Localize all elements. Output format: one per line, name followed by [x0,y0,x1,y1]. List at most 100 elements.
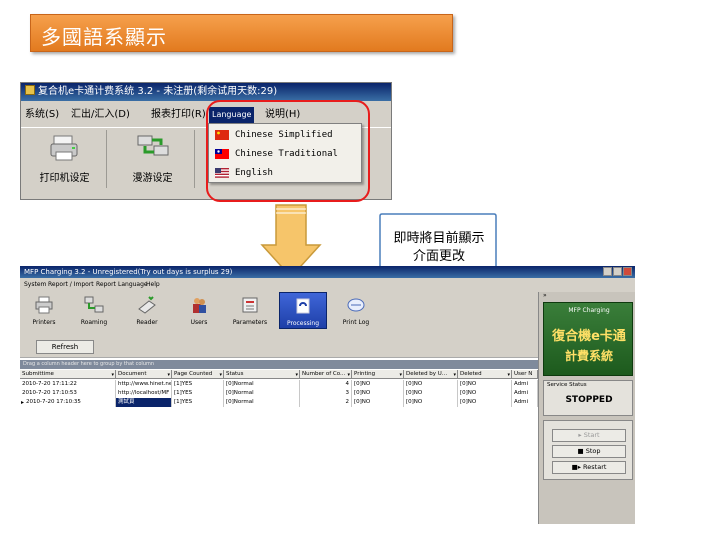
column-header[interactable]: Document ▾ [116,370,172,379]
column-header[interactable]: Page Counted ▾ [172,370,224,379]
column-header[interactable]: Deleted ▾ [458,370,512,379]
menu-report-print[interactable]: 报表打印(R) [151,105,206,125]
cell-document: 測試頁 [116,398,172,407]
roaming-settings-button[interactable]: 漫游设定 [111,130,195,188]
cell-user: Admi [512,389,538,398]
callout-text: 即時將目前顯示介面更改 [393,231,485,264]
start-label: Start [583,431,600,439]
cell-deleted-by-user: [0]NO [404,398,458,407]
cell-submittime: 2010-7-20 17:10:35 [20,398,116,407]
english-app-window: MFP Charging 3.2 - Unregistered(Try out … [20,266,635,524]
column-header[interactable]: Submittime ▾ [20,370,116,379]
roaming-icon [84,296,104,313]
processing-button[interactable]: Processing [279,292,327,329]
service-status-value: STOPPED [565,395,613,405]
printers-button[interactable]: Printers [20,292,68,329]
group-by-hint: Drag a column header here to group by th… [20,360,538,369]
chevron-down-icon: ▾ [507,372,510,378]
chevron-down-icon: ▾ [111,372,114,378]
users-label: Users [190,319,208,326]
refresh-button[interactable]: Refresh [36,340,94,354]
bottom-menubar: System Report / Import Report Language H… [20,280,635,290]
maximize-button[interactable] [613,267,622,276]
logo-main-text: 復合機e卡通 [552,329,626,344]
product-logo: MFP Charging 復合機e卡通 計費系統 [543,302,633,376]
chevron-down-icon: ▾ [399,372,402,378]
printer-settings-button[interactable]: 打印机设定 [23,130,107,188]
cell-page-counted: [1]YES [172,398,224,407]
service-controls: ▸ Start ■ Stop ■▸ Restart [543,420,633,480]
print-log-button[interactable]: Print Log [332,292,380,329]
chevron-down-icon: ▾ [219,372,222,378]
menu-import-export[interactable]: 汇出/汇入(D) [71,105,130,125]
processing-label: Processing [286,320,320,327]
printer-icon [50,135,77,161]
stop-button[interactable]: ■ Stop [552,445,626,458]
menu-report[interactable]: Report [96,280,116,290]
column-header[interactable]: Printing ▾ [352,370,404,379]
users-button[interactable]: Users [175,292,223,329]
restart-button[interactable]: ■▸ Restart [552,461,626,474]
cell-submittime: 2010-7-20 17:11:22 [20,380,116,389]
close-button[interactable] [623,267,632,276]
chevron-down-icon: ▾ [347,372,350,378]
cell-status: [0]Normal [224,398,300,407]
table-row[interactable]: 2010-7-20 17:10:35 測試頁 [1]YES [0]Normal … [20,398,538,407]
reader-icon [138,296,156,314]
table-row[interactable]: 2010-7-20 17:10:53 http://localhost/MF [… [20,389,538,398]
side-panel: » MFP Charging 復合機e卡通 計費系統 Service Statu… [538,292,635,524]
menu-system[interactable]: 系统(S) [25,105,59,125]
cell-deleted: [0]NO [458,389,512,398]
minimize-button[interactable] [603,267,612,276]
column-header[interactable]: User N [512,370,538,379]
chevron-down-icon: ▾ [453,372,456,378]
menu-report-import[interactable]: Report / Import [48,280,94,290]
cell-page-counted: [1]YES [172,389,224,398]
menu-language[interactable]: Language [118,280,148,290]
reader-button[interactable]: Reader [123,292,171,329]
highlight-circle [206,100,370,202]
cell-printing: [0]NO [352,389,404,398]
cell-status: [0]Normal [224,380,300,389]
cell-copies: 4 [300,380,352,389]
printer-settings-label: 打印机设定 [39,173,90,184]
processing-icon [296,298,310,314]
slide-title-text: 多國語系顯示 [41,25,167,49]
menu-system[interactable]: System [24,280,46,290]
menu-help[interactable]: Help [146,280,160,290]
roaming-button[interactable]: Roaming [70,292,118,329]
service-status-box: Service Status STOPPED [543,380,633,416]
parameters-button[interactable]: Parameters [226,292,274,329]
cell-submittime: 2010-7-20 17:10:53 [20,389,116,398]
printer-icon [35,296,53,314]
restart-label: Restart [583,463,607,471]
logo-title: MFP Charging [568,307,610,314]
cell-printing: [0]NO [352,380,404,389]
collapse-icon[interactable]: » [543,292,547,299]
table-row[interactable]: 2010-7-20 17:11:22 http://www.hinet.ne [… [20,380,538,389]
top-window-title: 复合机e卡通计费系统 3.2 - 未注册(剩余试用天数:29) [38,86,278,97]
column-header[interactable]: Status ▾ [224,370,300,379]
chevron-down-icon: ▾ [167,372,170,378]
cell-copies: 3 [300,389,352,398]
print-log-label: Print Log [342,319,370,326]
service-status-label: Service Status [547,382,587,388]
printers-label: Printers [32,319,56,326]
cell-document: http://www.hinet.ne [118,380,172,389]
roaming-settings-label: 漫游设定 [132,173,173,184]
app-icon [25,85,35,95]
cell-status: [0]Normal [224,389,300,398]
column-header[interactable]: Number of Co... ▾ [300,370,352,379]
cell-user: Admi [512,380,538,389]
logo-sub-text: 計費系統 [564,349,613,363]
roaming-label: Roaming [80,319,108,326]
cell-deleted: [0]NO [458,398,512,407]
start-button[interactable]: ▸ Start [552,429,626,442]
parameters-label: Parameters [232,319,268,326]
grid-header-row: Submittime ▾ Document ▾ Page Counted ▾ Stat… [20,370,538,379]
cell-printing: [0]NO [352,398,404,407]
cell-deleted: [0]NO [458,380,512,389]
print-log-icon [347,298,365,312]
cell-deleted-by-user: [0]NO [404,380,458,389]
column-header[interactable]: Deleted by U... ▾ [404,370,458,379]
